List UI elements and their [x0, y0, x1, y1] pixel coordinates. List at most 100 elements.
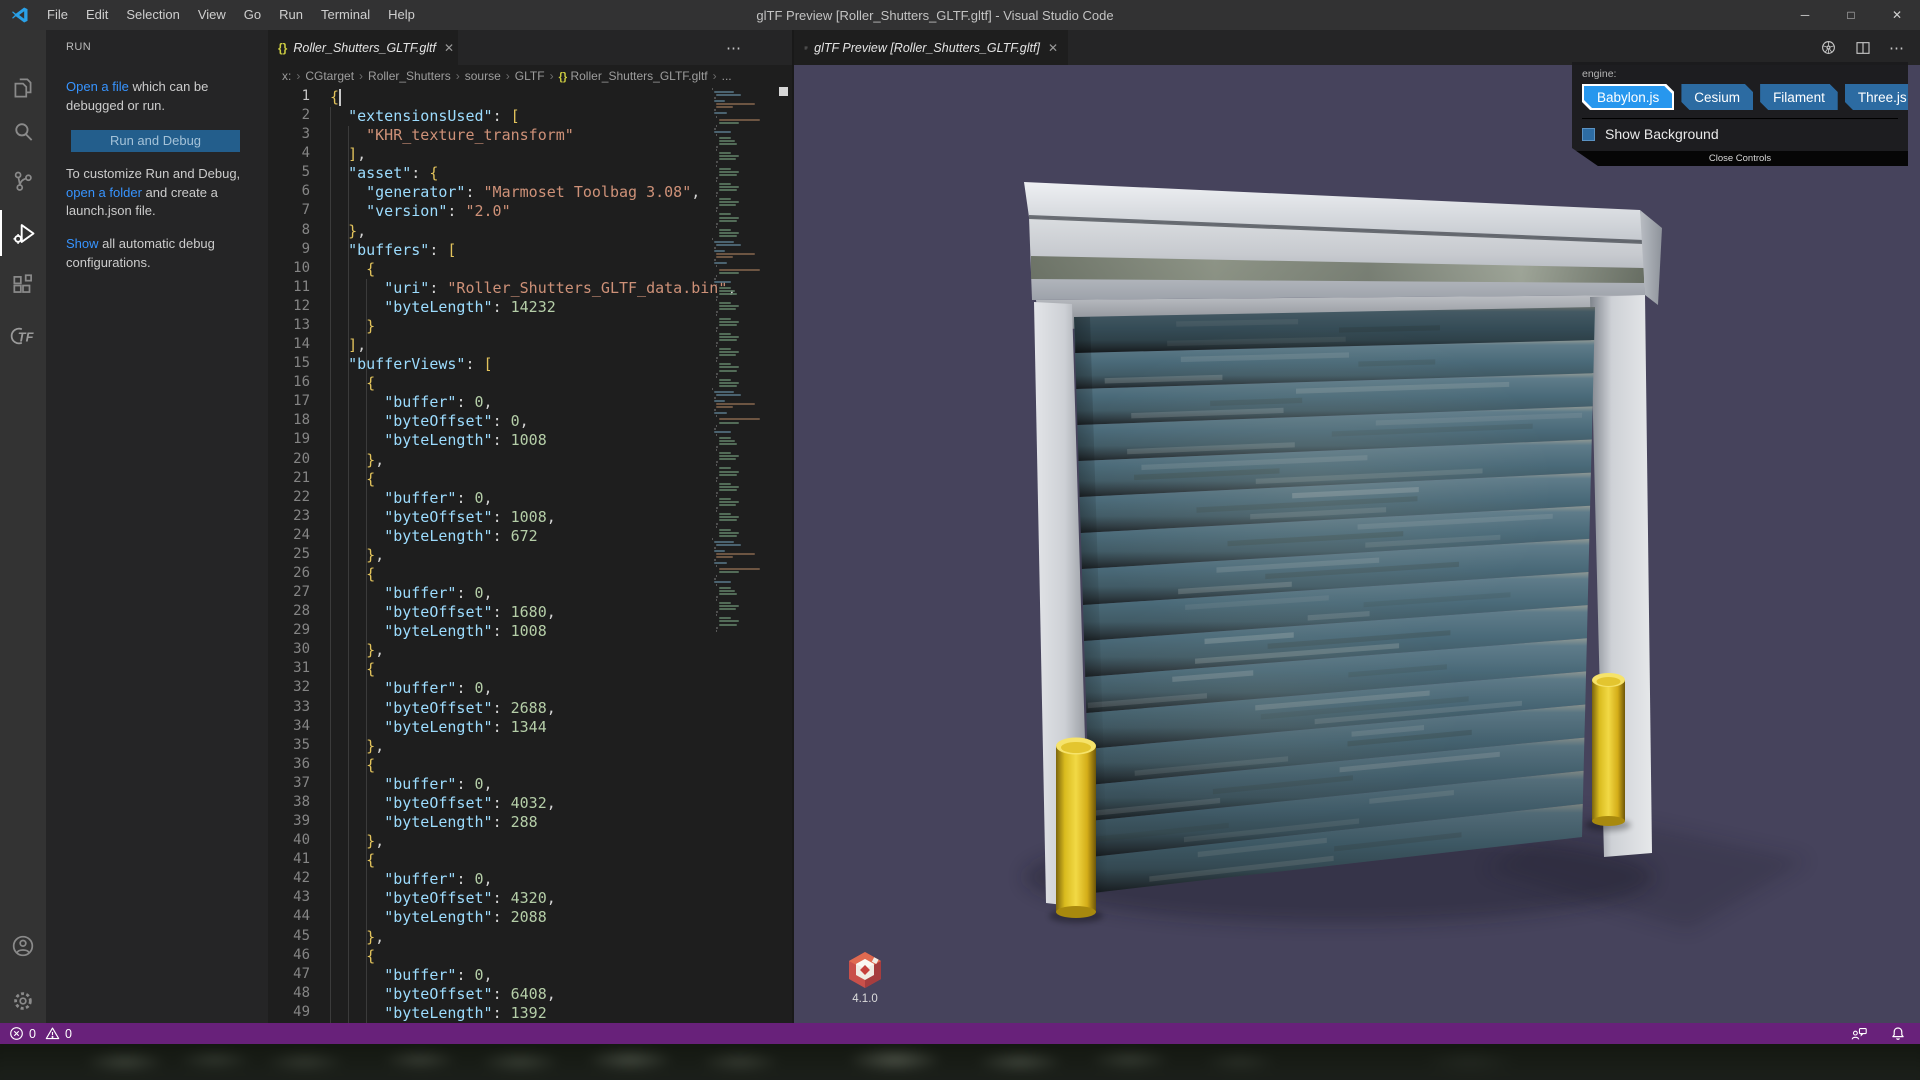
breadcrumb-item[interactable]: Roller_Shutters: [368, 69, 451, 83]
minimap-line: [716, 464, 718, 467]
line-number: 37: [293, 774, 310, 791]
minimap-line: [718, 586, 732, 589]
minimize-button[interactable]: ─: [1782, 0, 1828, 30]
minimap-line: [716, 507, 719, 510]
menu-terminal[interactable]: Terminal: [312, 0, 379, 30]
code-line[interactable]: 33 "byteOffset": 2688,: [268, 699, 792, 718]
open-a-file-link[interactable]: Open a file: [66, 79, 129, 94]
code-line[interactable]: 38 "byteOffset": 4032,: [268, 794, 792, 813]
breadcrumb: x: › CGtarget › Roller_Shutters › sourse › GLTF ›…: [268, 65, 792, 87]
code-line[interactable]: 45 },: [268, 928, 792, 947]
breadcrumb-item[interactable]: sourse: [465, 69, 501, 83]
code-line[interactable]: 31 {: [268, 660, 792, 679]
minimap-line: [716, 94, 741, 97]
code-line[interactable]: 47 "buffer": 0,: [268, 966, 792, 985]
code-line[interactable]: 49 "byteLength": 1392: [268, 1004, 792, 1023]
code-line[interactable]: 34 "byteLength": 1344: [268, 718, 792, 737]
code-line[interactable]: 40 },: [268, 832, 792, 851]
minimap-line: [718, 136, 732, 139]
code-line[interactable]: 43 "byteOffset": 4320,: [268, 889, 792, 908]
sidebar-item-search[interactable]: [0, 109, 46, 155]
menu-view[interactable]: View: [189, 0, 235, 30]
line-number: 15: [293, 355, 310, 372]
split-editor-icon[interactable]: [1855, 40, 1871, 56]
minimap-line: [716, 599, 718, 602]
tab-roller-shutters-gltf[interactable]: {} Roller_Shutters_GLTF.gltf ✕: [268, 30, 458, 65]
problems-status[interactable]: 0 0: [9, 1026, 72, 1041]
maximize-button[interactable]: □: [1828, 0, 1874, 30]
line-number: 34: [293, 717, 310, 734]
minimap-line: [718, 421, 739, 424]
menu-help[interactable]: Help: [379, 0, 424, 30]
code-line[interactable]: 39 "byteLength": 288: [268, 813, 792, 832]
code-line[interactable]: 48 "byteOffset": 6408,: [268, 985, 792, 1004]
engine-button-filament[interactable]: Filament: [1760, 84, 1838, 110]
sidebar-item-explorer[interactable]: [0, 65, 46, 111]
inspector-wheel-icon[interactable]: [1820, 39, 1837, 56]
babylon-version: 4.1.0: [852, 993, 878, 1005]
breadcrumb-item[interactable]: GLTF: [515, 69, 545, 83]
minimap-line: [718, 118, 760, 121]
open-a-folder-link[interactable]: open a folder: [66, 185, 142, 200]
close-controls-button[interactable]: Close Controls: [1572, 151, 1908, 166]
minimap-line: [718, 204, 737, 207]
engine-button-babylonjs[interactable]: Babylon.js: [1582, 84, 1674, 110]
menu-edit[interactable]: Edit: [77, 0, 117, 30]
warning-icon: [45, 1027, 60, 1040]
settings-button[interactable]: [0, 978, 46, 1024]
code-line[interactable]: 32 "buffer": 0,: [268, 679, 792, 698]
sidebar-item-source-control[interactable]: [0, 158, 46, 204]
breadcrumb-separator: ›: [359, 69, 364, 83]
tab-close-icon[interactable]: ✕: [444, 41, 454, 55]
breadcrumb-item[interactable]: x:: [282, 69, 291, 83]
account-icon: [12, 935, 34, 957]
error-icon: [10, 1027, 23, 1040]
tab-close-icon[interactable]: ✕: [1048, 41, 1058, 55]
account-button[interactable]: [0, 923, 46, 969]
gltf-viewport[interactable]: 4.1.0: [794, 65, 1920, 1023]
run-panel: RUN Open a file which can be debugged or…: [46, 30, 268, 1023]
code-line[interactable]: 42 "buffer": 0,: [268, 870, 792, 889]
code-line[interactable]: 35 },: [268, 737, 792, 756]
minimap-line: [716, 494, 718, 497]
more-actions-icon[interactable]: ⋯: [1889, 39, 1904, 57]
run-and-debug-button[interactable]: Run and Debug: [71, 130, 240, 152]
minimap-line: [716, 574, 718, 577]
show-background-checkbox[interactable]: [1582, 128, 1595, 141]
minimap-line: [718, 213, 732, 216]
minimap-line: [716, 326, 719, 329]
minimap-line: [718, 231, 739, 234]
line-number: 39: [293, 813, 310, 830]
code-line[interactable]: 41 {: [268, 851, 792, 870]
notifications-bell-icon[interactable]: [1890, 1026, 1906, 1042]
minimap[interactable]: [712, 88, 774, 638]
line-number: 49: [293, 1003, 310, 1020]
close-button[interactable]: ✕: [1874, 0, 1920, 30]
show-background-label: Show Background: [1605, 126, 1719, 142]
minimap-line: [718, 323, 738, 326]
sidebar-item-run-and-debug[interactable]: [0, 210, 46, 256]
code-line[interactable]: 46 {: [268, 947, 792, 966]
menu-run[interactable]: Run: [270, 0, 312, 30]
breadcrumb-item[interactable]: ...: [722, 69, 732, 83]
code-line[interactable]: 37 "buffer": 0,: [268, 775, 792, 794]
code-line[interactable]: 44 "byteLength": 2088: [268, 908, 792, 927]
code-line[interactable]: 36 {: [268, 756, 792, 775]
more-actions-icon[interactable]: ⋯: [726, 39, 741, 57]
breadcrumb-item[interactable]: {} Roller_Shutters_GLTF.gltf: [559, 69, 708, 83]
minimap-line: [714, 409, 717, 412]
feedback-icon[interactable]: [1850, 1026, 1868, 1042]
menu-selection[interactable]: Selection: [117, 0, 188, 30]
tab-gltf-preview[interactable]: glTF Preview [Roller_Shutters_GLTF.gltf]…: [794, 30, 1068, 65]
roller-shutter-3d-model: [1024, 182, 1809, 930]
sidebar-item-gltf-tools[interactable]: TF: [0, 313, 46, 359]
show-link[interactable]: Show: [66, 236, 99, 251]
sidebar-item-extensions[interactable]: [0, 262, 46, 308]
engine-button-cesium[interactable]: Cesium: [1681, 84, 1753, 110]
minimap-line: [718, 317, 732, 320]
menu-go[interactable]: Go: [235, 0, 270, 30]
breadcrumb-item[interactable]: CGtarget: [305, 69, 354, 83]
code-line[interactable]: 30 },: [268, 641, 792, 660]
babylonjs-logo[interactable]: [844, 949, 886, 991]
menu-file[interactable]: File: [38, 0, 77, 30]
